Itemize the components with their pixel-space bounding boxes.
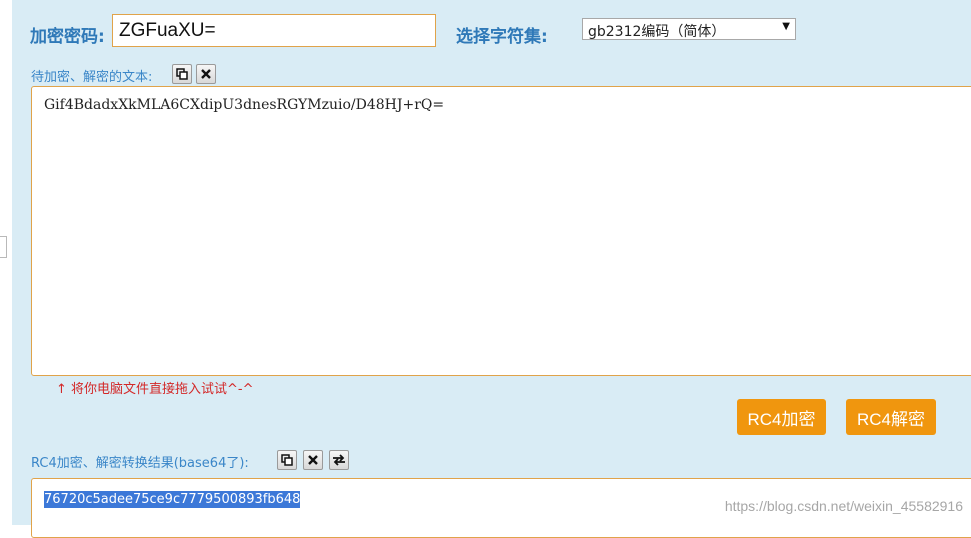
swap-arrows-icon (333, 454, 345, 466)
key-label: 加密密码: (30, 27, 105, 47)
copy-input-button[interactable] (172, 64, 192, 84)
input-textarea[interactable]: Gif4BdadxXkMLA6CXdipU3dnesRGYMzuio/D48HJ… (31, 86, 971, 376)
copy-icon (281, 454, 293, 466)
settings-row: 加密密码: 选择字符集: gb2312编码（简体） ▼ (30, 14, 971, 50)
input-text: Gif4BdadxXkMLA6CXdipU3dnesRGYMzuio/D48HJ… (44, 97, 445, 113)
key-input[interactable] (112, 14, 436, 47)
left-margin (0, 0, 12, 525)
rc4-tool-panel: 加密密码: 选择字符集: gb2312编码（简体） ▼ 待加密、解密的文本: G… (12, 0, 971, 538)
charset-select[interactable]: gb2312编码（简体） ▼ (582, 18, 796, 40)
clear-result-button[interactable] (303, 450, 323, 470)
rc4-decrypt-button[interactable]: RC4解密 (846, 399, 936, 435)
close-icon (201, 69, 211, 79)
charset-label: 选择字符集: (456, 27, 548, 47)
watermark: https://blog.csdn.net/weixin_45582916 (724, 498, 963, 514)
close-icon (308, 455, 318, 465)
result-text: 76720c5adee75ce9c7779500893fb648 (44, 491, 301, 508)
clear-input-button[interactable] (196, 64, 216, 84)
swap-result-button[interactable] (329, 450, 349, 470)
copy-icon (176, 68, 188, 80)
input-text-label: 待加密、解密的文本: (31, 70, 153, 85)
drag-file-hint: ↑ 将你电脑文件直接拖入试试^-^ (56, 382, 254, 397)
rc4-encrypt-button[interactable]: RC4加密 (737, 399, 826, 435)
collapse-handle[interactable] (0, 236, 7, 258)
result-label: RC4加密、解密转换结果(base64了): (31, 456, 249, 471)
dropdown-arrow-icon: ▼ (782, 21, 790, 32)
copy-result-button[interactable] (277, 450, 297, 470)
charset-selected-value: gb2312编码（简体） (588, 24, 726, 40)
